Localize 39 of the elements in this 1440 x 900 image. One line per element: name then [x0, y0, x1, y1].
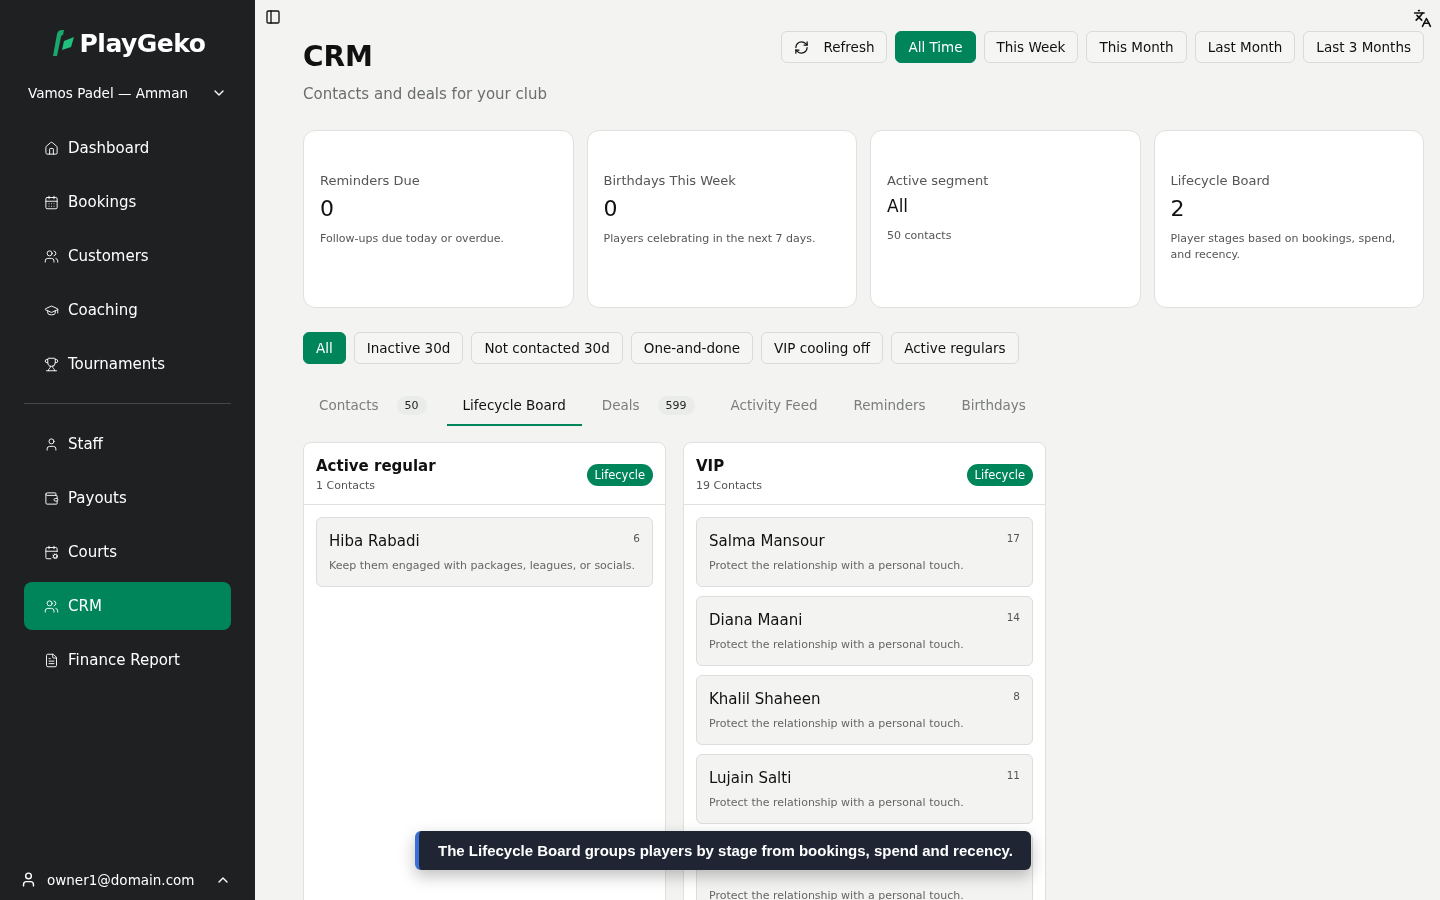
stat-value: All	[887, 196, 910, 216]
contact-score: 6	[633, 532, 640, 546]
contact-note: Protect the relationship with a personal touch.	[709, 558, 965, 574]
contact-name: Diana Maani	[709, 611, 803, 629]
contact-note: Protect the relationship with a personal touch.	[709, 716, 965, 732]
stat-value: 0	[603, 196, 619, 221]
brand-name: PlayGeko	[79, 28, 206, 58]
contact-note: Keep them engaged with packages, leagues, or socials.	[329, 558, 636, 574]
stat-note: 50 contacts	[887, 228, 953, 244]
lifecycle-badge: Lifecycle	[966, 463, 1033, 486]
stat-label: Birthdays This Week	[603, 173, 737, 188]
stat-label: Lifecycle Board	[1170, 173, 1271, 188]
tab-count: 599	[657, 395, 695, 415]
contact-name: Lujain Salti	[709, 769, 792, 787]
page-title: CRM	[303, 40, 374, 73]
stat-value: 2	[1170, 196, 1186, 221]
lifecycle-badge: Lifecycle	[586, 463, 653, 486]
contact-score: 8	[1013, 690, 1020, 704]
info-toast: The Lifecycle Board groups players by stage from bookings, spend and recency.	[415, 831, 1031, 870]
stat-label: Active segment	[887, 173, 990, 188]
contact-name: Khalil Shaheen	[709, 690, 821, 708]
stat-note: Players celebrating in the next 7 days.	[603, 231, 817, 247]
contact-note: Protect the relationship with a personal touch.	[709, 795, 965, 811]
contact-score: 11	[1006, 769, 1020, 783]
column-title: VIP	[696, 457, 726, 475]
contact-name: Salma Mansour	[709, 532, 825, 550]
stat-value: 0	[320, 196, 335, 221]
page-subtitle: Contacts and deals for your club	[303, 85, 547, 103]
stat-note: Follow-ups due today or overdue.	[320, 231, 505, 247]
column-title: Active regular	[316, 457, 436, 475]
contact-name: Hiba Rabadi	[329, 532, 420, 550]
column-count: 1 Contacts	[316, 479, 377, 492]
stat-label: Reminders Due	[320, 173, 421, 188]
stat-note: Player stages based on bookings, spend, and recency.	[1170, 231, 1397, 263]
column-count: 19 Contacts	[696, 479, 763, 492]
contact-note: Protect the relationship with a personal touch.	[709, 637, 965, 653]
tab-count: 50	[396, 395, 427, 415]
contact-score: 14	[1006, 611, 1020, 625]
contact-score: 17	[1006, 532, 1020, 546]
